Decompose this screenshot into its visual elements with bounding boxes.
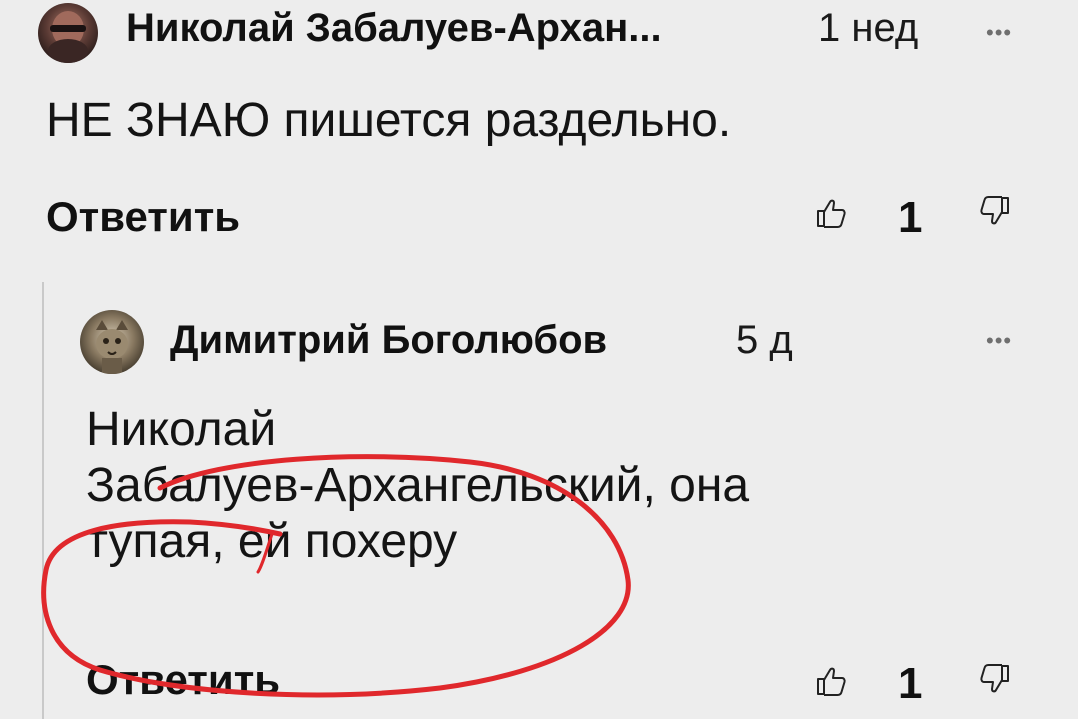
avatar[interactable] xyxy=(80,310,144,374)
comment-author[interactable]: Николай Забалуев-Архан... xyxy=(126,6,662,51)
more-options-icon[interactable]: ••• xyxy=(986,330,1012,352)
like-count: 1 xyxy=(898,659,923,708)
comment-time: 5 д xyxy=(736,318,793,362)
comment: Николай Забалуев-Архан... 1 нед ••• НЕ З… xyxy=(0,0,1078,270)
reply-button[interactable]: Ответить xyxy=(86,656,280,704)
thumbs-down-icon[interactable] xyxy=(978,662,1012,696)
comment-text: Николай Забалуев-Архангельский, она тупа… xyxy=(86,402,966,570)
comment-time: 1 нед xyxy=(818,6,919,50)
more-options-icon[interactable]: ••• xyxy=(986,22,1012,44)
avatar[interactable] xyxy=(38,3,98,63)
comment-text-line: Николай xyxy=(86,403,277,456)
avatar-photo xyxy=(80,310,144,374)
comment-text-line: тупая, ей похеру xyxy=(86,515,458,569)
comment-author[interactable]: Димитрий Боголюбов xyxy=(170,318,607,363)
comment-text-line: Забалуев-Архангельский, она xyxy=(86,459,750,513)
thumbs-down-icon[interactable] xyxy=(978,194,1012,228)
thumbs-up-icon[interactable] xyxy=(814,196,848,230)
avatar-photo xyxy=(38,3,98,63)
reply-button[interactable]: Ответить xyxy=(46,193,240,241)
like-count: 1 xyxy=(898,193,923,242)
thumbs-up-icon[interactable] xyxy=(814,664,848,698)
reply-comment: Димитрий Боголюбов 5 д ••• Николай Забал… xyxy=(0,290,1078,719)
comment-text: НЕ ЗНАЮ пишется раздельно. xyxy=(46,94,732,147)
